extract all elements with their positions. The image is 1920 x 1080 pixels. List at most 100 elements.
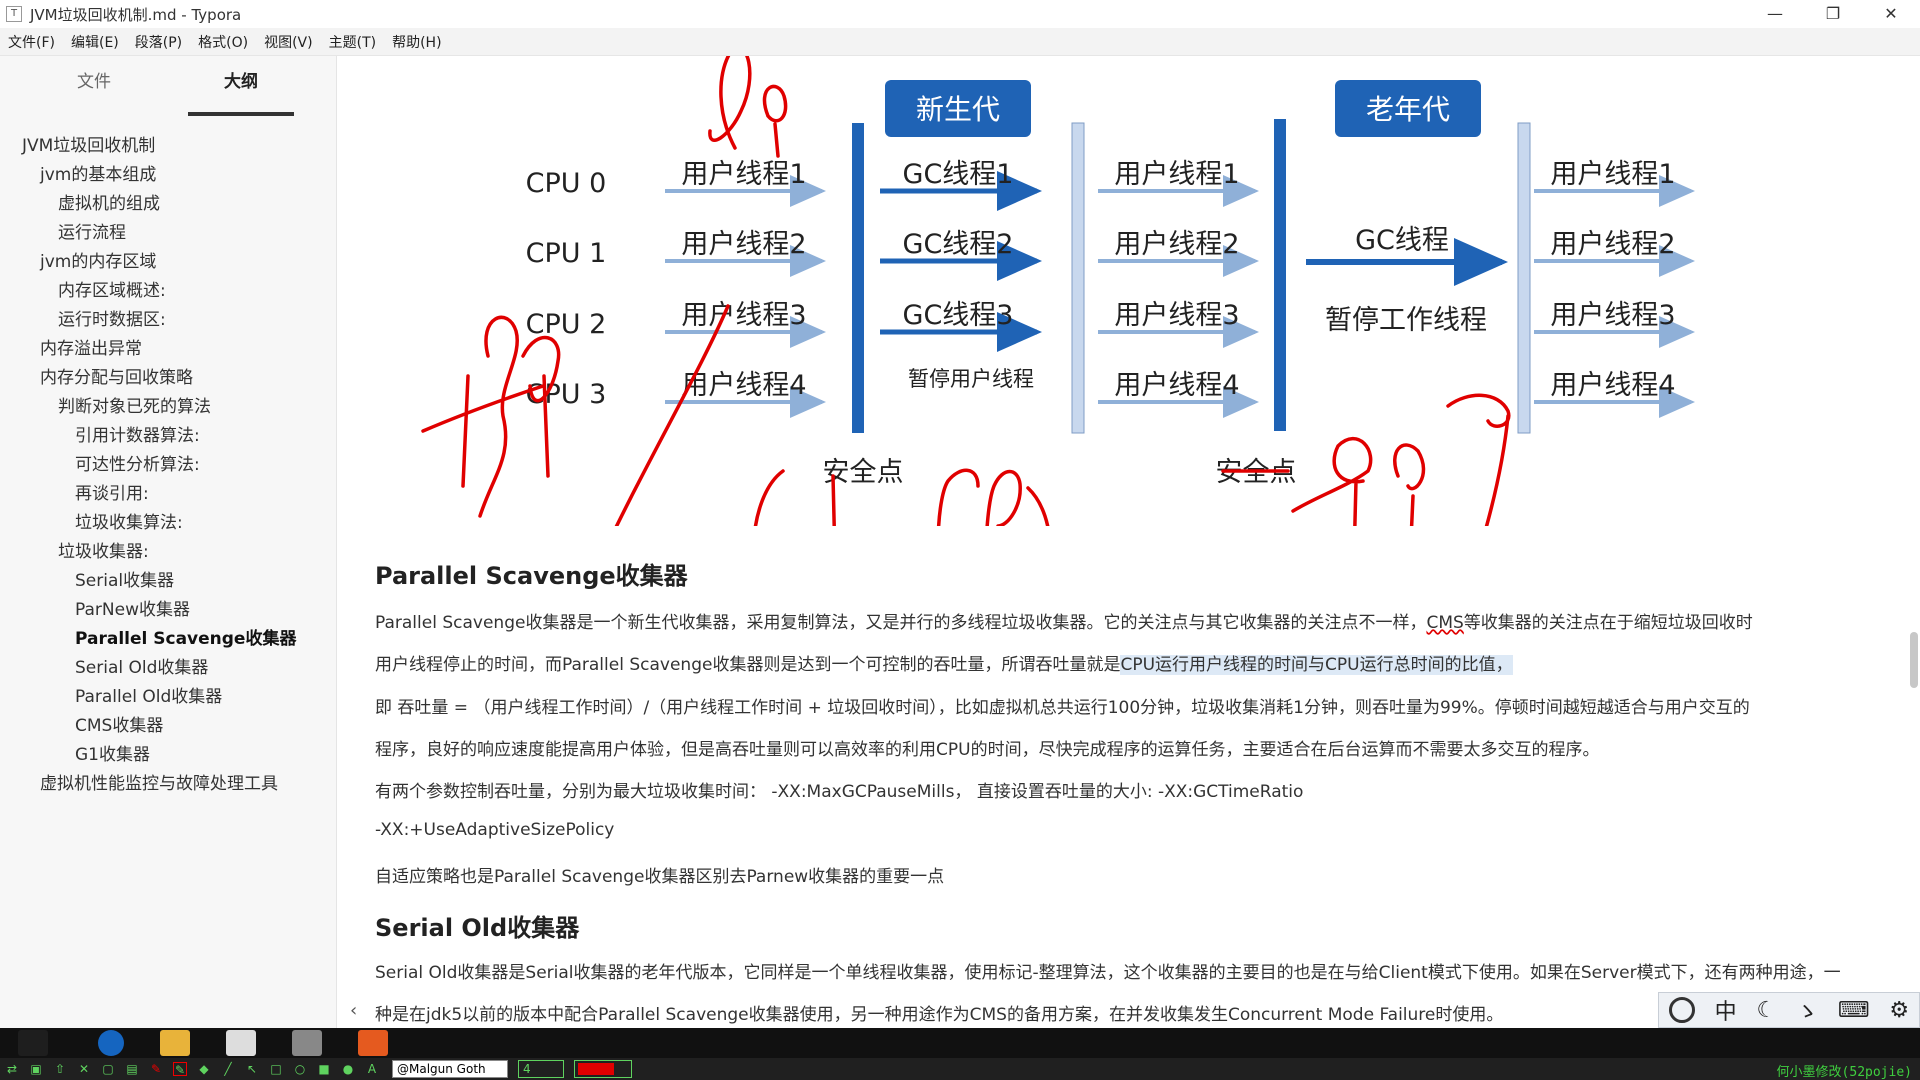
arrow-tool-icon[interactable]: ↖: [245, 1062, 259, 1076]
outline-item[interactable]: 虚拟机性能监控与故障处理工具: [0, 770, 336, 799]
paragraph: 自适应策略也是Parallel Scavenge收集器区别去Parnew收集器的…: [375, 867, 945, 887]
font-select[interactable]: @Malgun Goth: [392, 1060, 508, 1078]
paragraph: -XX:+UseAdaptiveSizePolicy: [375, 820, 615, 840]
menu-edit[interactable]: 编辑(E): [63, 32, 127, 52]
outline-item[interactable]: Parallel Scavenge收集器: [0, 625, 336, 654]
cpu-label: CPU 3: [526, 379, 607, 410]
disk-tool-icon[interactable]: ▢: [101, 1062, 115, 1076]
ime-chinese-mode[interactable]: 中: [1715, 994, 1737, 1026]
heading-serial-old: Serial Old收集器: [375, 914, 580, 942]
minimize-button[interactable]: —: [1746, 0, 1804, 28]
old-gen-label: 老年代: [1366, 93, 1450, 126]
outline-item[interactable]: 再谈引用:: [0, 480, 336, 509]
taskbar-apps: [0, 1028, 1920, 1058]
typora-taskbar-icon[interactable]: [292, 1030, 322, 1056]
outline-item[interactable]: 内存溢出异常: [0, 335, 336, 364]
outline-item[interactable]: jvm的内存区域: [0, 248, 336, 277]
save-tool-icon[interactable]: ▣: [29, 1062, 43, 1076]
moon-icon[interactable]: ☾: [1756, 998, 1776, 1023]
chevron-left-icon[interactable]: ‹: [350, 1000, 357, 1021]
app-icon[interactable]: [226, 1030, 256, 1056]
text-span: 等收集器的关注点在于缩短垃圾回收时: [1463, 613, 1753, 633]
fill-ellipse-tool-icon[interactable]: ●: [341, 1062, 355, 1076]
outline-item[interactable]: ParNew收集器: [0, 596, 336, 625]
user-thread-label: 用户线程2: [681, 229, 806, 260]
outline-item[interactable]: Serial Old收集器: [0, 654, 336, 683]
menu-file[interactable]: 文件(F): [0, 32, 63, 52]
tab-outline[interactable]: 大纲: [188, 64, 294, 116]
rect-tool-icon[interactable]: □: [269, 1062, 283, 1076]
keyboard-icon[interactable]: ⌨: [1838, 998, 1870, 1023]
paragraph: 种是在jdk5以前的版本中配合Parallel Scavenge收集器使用，另一…: [375, 1005, 1504, 1025]
cpu-label: CPU 0: [526, 168, 607, 199]
menu-theme[interactable]: 主题(T): [321, 32, 384, 52]
outline-item[interactable]: Serial收集器: [0, 567, 336, 596]
restore-button[interactable]: ❐: [1804, 0, 1862, 28]
outline-item[interactable]: CMS收集器: [0, 712, 336, 741]
upload-tool-icon[interactable]: ⇧: [53, 1062, 67, 1076]
outline-item[interactable]: 运行流程: [0, 219, 336, 248]
paragraph: 程序，良好的响应速度能提高用户体验，但是高吞吐量则可以高效率的利用CPU的时间，…: [375, 740, 1600, 760]
scrollbar[interactable]: [1910, 632, 1918, 688]
browser-icon[interactable]: [358, 1030, 388, 1056]
outline-item[interactable]: 内存分配与回收策略: [0, 364, 336, 393]
user-thread-label: 用户线程3: [681, 300, 806, 331]
ink-stroke: [708, 56, 752, 150]
window-title: JVM垃圾回收机制.md - Typora: [30, 5, 242, 24]
text-span: Parallel Scavenge收集器是一个新生代收集器，采用复制算法，又是并…: [375, 613, 1427, 633]
outline-item[interactable]: 可达性分析算法:: [0, 451, 336, 480]
outline-item[interactable]: 垃圾收集算法:: [0, 509, 336, 538]
menu-bar: 文件(F) 编辑(E) 段落(P) 格式(O) 视图(V) 主题(T) 帮助(H…: [0, 28, 1920, 56]
cursor-tool-icon[interactable]: ⇄: [5, 1062, 19, 1076]
text-span: 用户线程停止的时间，而Parallel Scavenge收集器则是达到一个可控制…: [375, 655, 1121, 675]
credit-text: 何小墨修改(52pojie): [1776, 1065, 1912, 1080]
user-thread-label: 用户线程1: [681, 159, 806, 190]
menu-view[interactable]: 视图(V): [256, 32, 321, 52]
gear-icon[interactable]: ⚙: [1889, 998, 1909, 1023]
text-tool-icon[interactable]: A: [365, 1062, 379, 1076]
gc-thread-label: GC线程2: [903, 229, 1014, 260]
sidebar: 文件 大纲 JVM垃圾回收机制 jvm的基本组成 虚拟机的组成 运行流程 jvm的内存区…: [0, 56, 337, 1028]
young-gen-label: 新生代: [916, 93, 1000, 126]
menu-help[interactable]: 帮助(H): [384, 32, 449, 52]
ink-stroke: [762, 84, 788, 158]
outline-item[interactable]: 引用计数器算法:: [0, 422, 336, 451]
pen-tool-icon[interactable]: ✎: [149, 1062, 163, 1076]
folder-tool-icon[interactable]: ▤: [125, 1062, 139, 1076]
outline-item[interactable]: Parallel Old收集器: [0, 683, 336, 712]
line-tool-icon[interactable]: ╱: [221, 1062, 235, 1076]
start-icon[interactable]: [18, 1030, 48, 1056]
fill-rect-tool-icon[interactable]: ■: [317, 1062, 331, 1076]
cms-link: CMS: [1426, 613, 1464, 633]
close-button[interactable]: ✕: [1862, 0, 1920, 28]
ime-toolbar: 中 ☾ ゝ ⌨ ⚙: [1658, 992, 1920, 1028]
outline-item[interactable]: 内存区域概述:: [0, 277, 336, 306]
outline-item[interactable]: G1收集器: [0, 741, 336, 770]
size-select[interactable]: 4: [518, 1060, 564, 1078]
outline-item[interactable]: 运行时数据区:: [0, 306, 336, 335]
user-thread-label: 用户线程2: [1550, 229, 1675, 260]
paragraph: 有两个参数控制吞吐量，分别为最大垃圾收集时间： -XX:MaxGCPauseMi…: [375, 782, 1304, 802]
punctuation-icon[interactable]: ゝ: [1796, 994, 1818, 1026]
outline-item[interactable]: 垃圾收集器:: [0, 538, 336, 567]
marker-tool-icon[interactable]: ✎: [173, 1062, 187, 1077]
tab-files[interactable]: 文件: [20, 64, 168, 116]
outline-item[interactable]: 判断对象已死的算法: [0, 393, 336, 422]
folder-icon[interactable]: [160, 1030, 190, 1056]
edge-icon[interactable]: [98, 1030, 124, 1056]
eraser-tool-icon[interactable]: ◆: [197, 1062, 211, 1076]
ime-logo-icon[interactable]: [1668, 997, 1695, 1023]
paragraph: Parallel Scavenge收集器是一个新生代收集器，采用复制算法，又是并…: [375, 608, 1753, 633]
menu-format[interactable]: 格式(O): [190, 32, 256, 52]
menu-paragraph[interactable]: 段落(P): [127, 32, 190, 52]
ink-stroke: [1393, 443, 1426, 526]
outline-item[interactable]: 虚拟机的组成: [0, 190, 336, 219]
close-tool-icon[interactable]: ✕: [77, 1062, 91, 1076]
ellipse-tool-icon[interactable]: ○: [293, 1062, 307, 1076]
outline-item[interactable]: JVM垃圾回收机制: [0, 132, 336, 161]
outline-item[interactable]: jvm的基本组成: [0, 161, 336, 190]
sidebar-tabs: 文件 大纲: [0, 64, 336, 116]
color-select[interactable]: [574, 1060, 632, 1078]
diagram-elements: 新生代 老年代 CPU 0 用户线程1 用户线程1 用户线程1 GC线程1 CPU 1 用户线程…: [526, 80, 1695, 488]
taskbar: ⇄ ▣ ⇧ ✕ ▢ ▤ ✎ ✎ ◆ ╱ ↖ □ ○ ■ ● A @Malgun …: [0, 1028, 1920, 1080]
